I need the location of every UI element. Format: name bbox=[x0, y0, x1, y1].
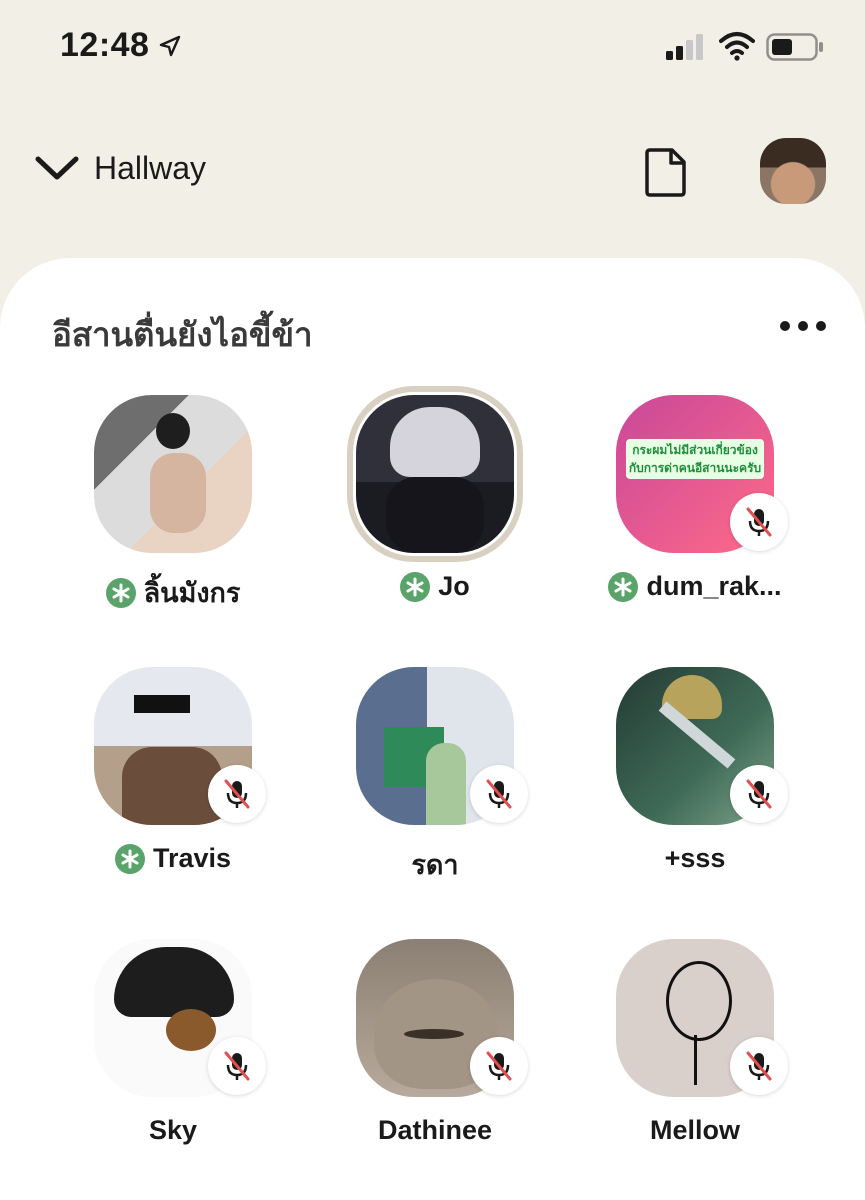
hallway-label: Hallway bbox=[94, 150, 207, 186]
speaker-tile[interactable]: Mellow bbox=[582, 927, 822, 1167]
speaker-avatar bbox=[94, 395, 252, 553]
speaker-name: ลิ้นมังกร bbox=[143, 578, 241, 608]
speaker-name: dum_rak... bbox=[646, 571, 782, 601]
moderator-badge-icon bbox=[105, 577, 136, 608]
speaker-name: Dathinee bbox=[377, 1115, 493, 1145]
more-dot-icon bbox=[780, 321, 790, 331]
speaker-tile[interactable]: กระผมไม่มีส่วนเกี่ยวข้องกับการด่าคนอีสาน… bbox=[582, 383, 822, 623]
speaker-avatar bbox=[347, 386, 523, 562]
muted-mic-icon bbox=[208, 1037, 266, 1095]
location-arrow-icon bbox=[159, 35, 181, 57]
battery-icon bbox=[766, 33, 823, 61]
muted-mic-icon bbox=[470, 1037, 528, 1095]
hallway-back-button[interactable]: Hallway bbox=[34, 150, 206, 187]
speaker-name: Jo bbox=[438, 571, 470, 601]
muted-mic-icon bbox=[730, 1037, 788, 1095]
muted-mic-icon bbox=[208, 765, 266, 823]
speaker-name-row: dum_rak... bbox=[582, 571, 808, 602]
avatar-caption: กระผมไม่มีส่วนเกี่ยวข้องกับการด่าคนอีสาน… bbox=[626, 439, 764, 479]
cellular-signal-icon bbox=[666, 34, 703, 60]
speaker-tile[interactable]: Travis bbox=[60, 655, 300, 895]
document-icon[interactable] bbox=[644, 146, 688, 198]
speaker-tile[interactable]: Dathinee bbox=[322, 927, 562, 1167]
speaker-tile[interactable]: รดา bbox=[322, 655, 562, 895]
speaker-name-row: +sss bbox=[582, 843, 808, 874]
speaker-tile[interactable]: Jo bbox=[322, 383, 562, 623]
speaker-name-row: Mellow bbox=[582, 1115, 808, 1146]
speaker-tile[interactable]: ลิ้นมังกร bbox=[60, 383, 300, 623]
moderator-badge-icon bbox=[608, 571, 639, 602]
speaker-name-row: Sky bbox=[60, 1115, 286, 1146]
more-options-button[interactable] bbox=[780, 314, 830, 338]
status-bar: 12:48 bbox=[0, 0, 865, 95]
chevron-down-icon bbox=[35, 156, 79, 179]
speaker-name: Travis bbox=[152, 843, 232, 873]
speaker-name-row: รดา bbox=[322, 843, 548, 886]
speaker-tile[interactable]: Sky bbox=[60, 927, 300, 1167]
speaker-name: +sss bbox=[664, 843, 726, 873]
wifi-icon bbox=[719, 32, 755, 61]
room-title: อีสานตื่นยังไอขี้ข้า bbox=[52, 316, 313, 353]
speaker-name-row: Dathinee bbox=[322, 1115, 548, 1146]
speaker-name-row: Jo bbox=[322, 571, 548, 602]
speaker-name: Sky bbox=[148, 1115, 198, 1145]
speaker-name: รดา bbox=[411, 850, 459, 880]
speaker-name: Mellow bbox=[649, 1115, 740, 1145]
muted-mic-icon bbox=[730, 765, 788, 823]
moderator-badge-icon bbox=[400, 571, 431, 602]
more-dot-icon bbox=[798, 321, 808, 331]
moderator-badge-icon bbox=[114, 843, 145, 874]
speaker-name-row: Travis bbox=[60, 843, 286, 874]
header: Hallway bbox=[0, 130, 865, 215]
speaker-name-row: ลิ้นมังกร bbox=[60, 571, 286, 614]
muted-mic-icon bbox=[470, 765, 528, 823]
more-dot-icon bbox=[816, 321, 826, 331]
muted-mic-icon bbox=[730, 493, 788, 551]
speaker-tile[interactable]: +sss bbox=[582, 655, 822, 895]
status-time: 12:48 bbox=[60, 26, 150, 64]
room-card: อีสานตื่นยังไอขี้ข้า ลิ้นมังกร Jo กระผมไ… bbox=[0, 258, 865, 1200]
profile-avatar[interactable] bbox=[760, 138, 826, 204]
